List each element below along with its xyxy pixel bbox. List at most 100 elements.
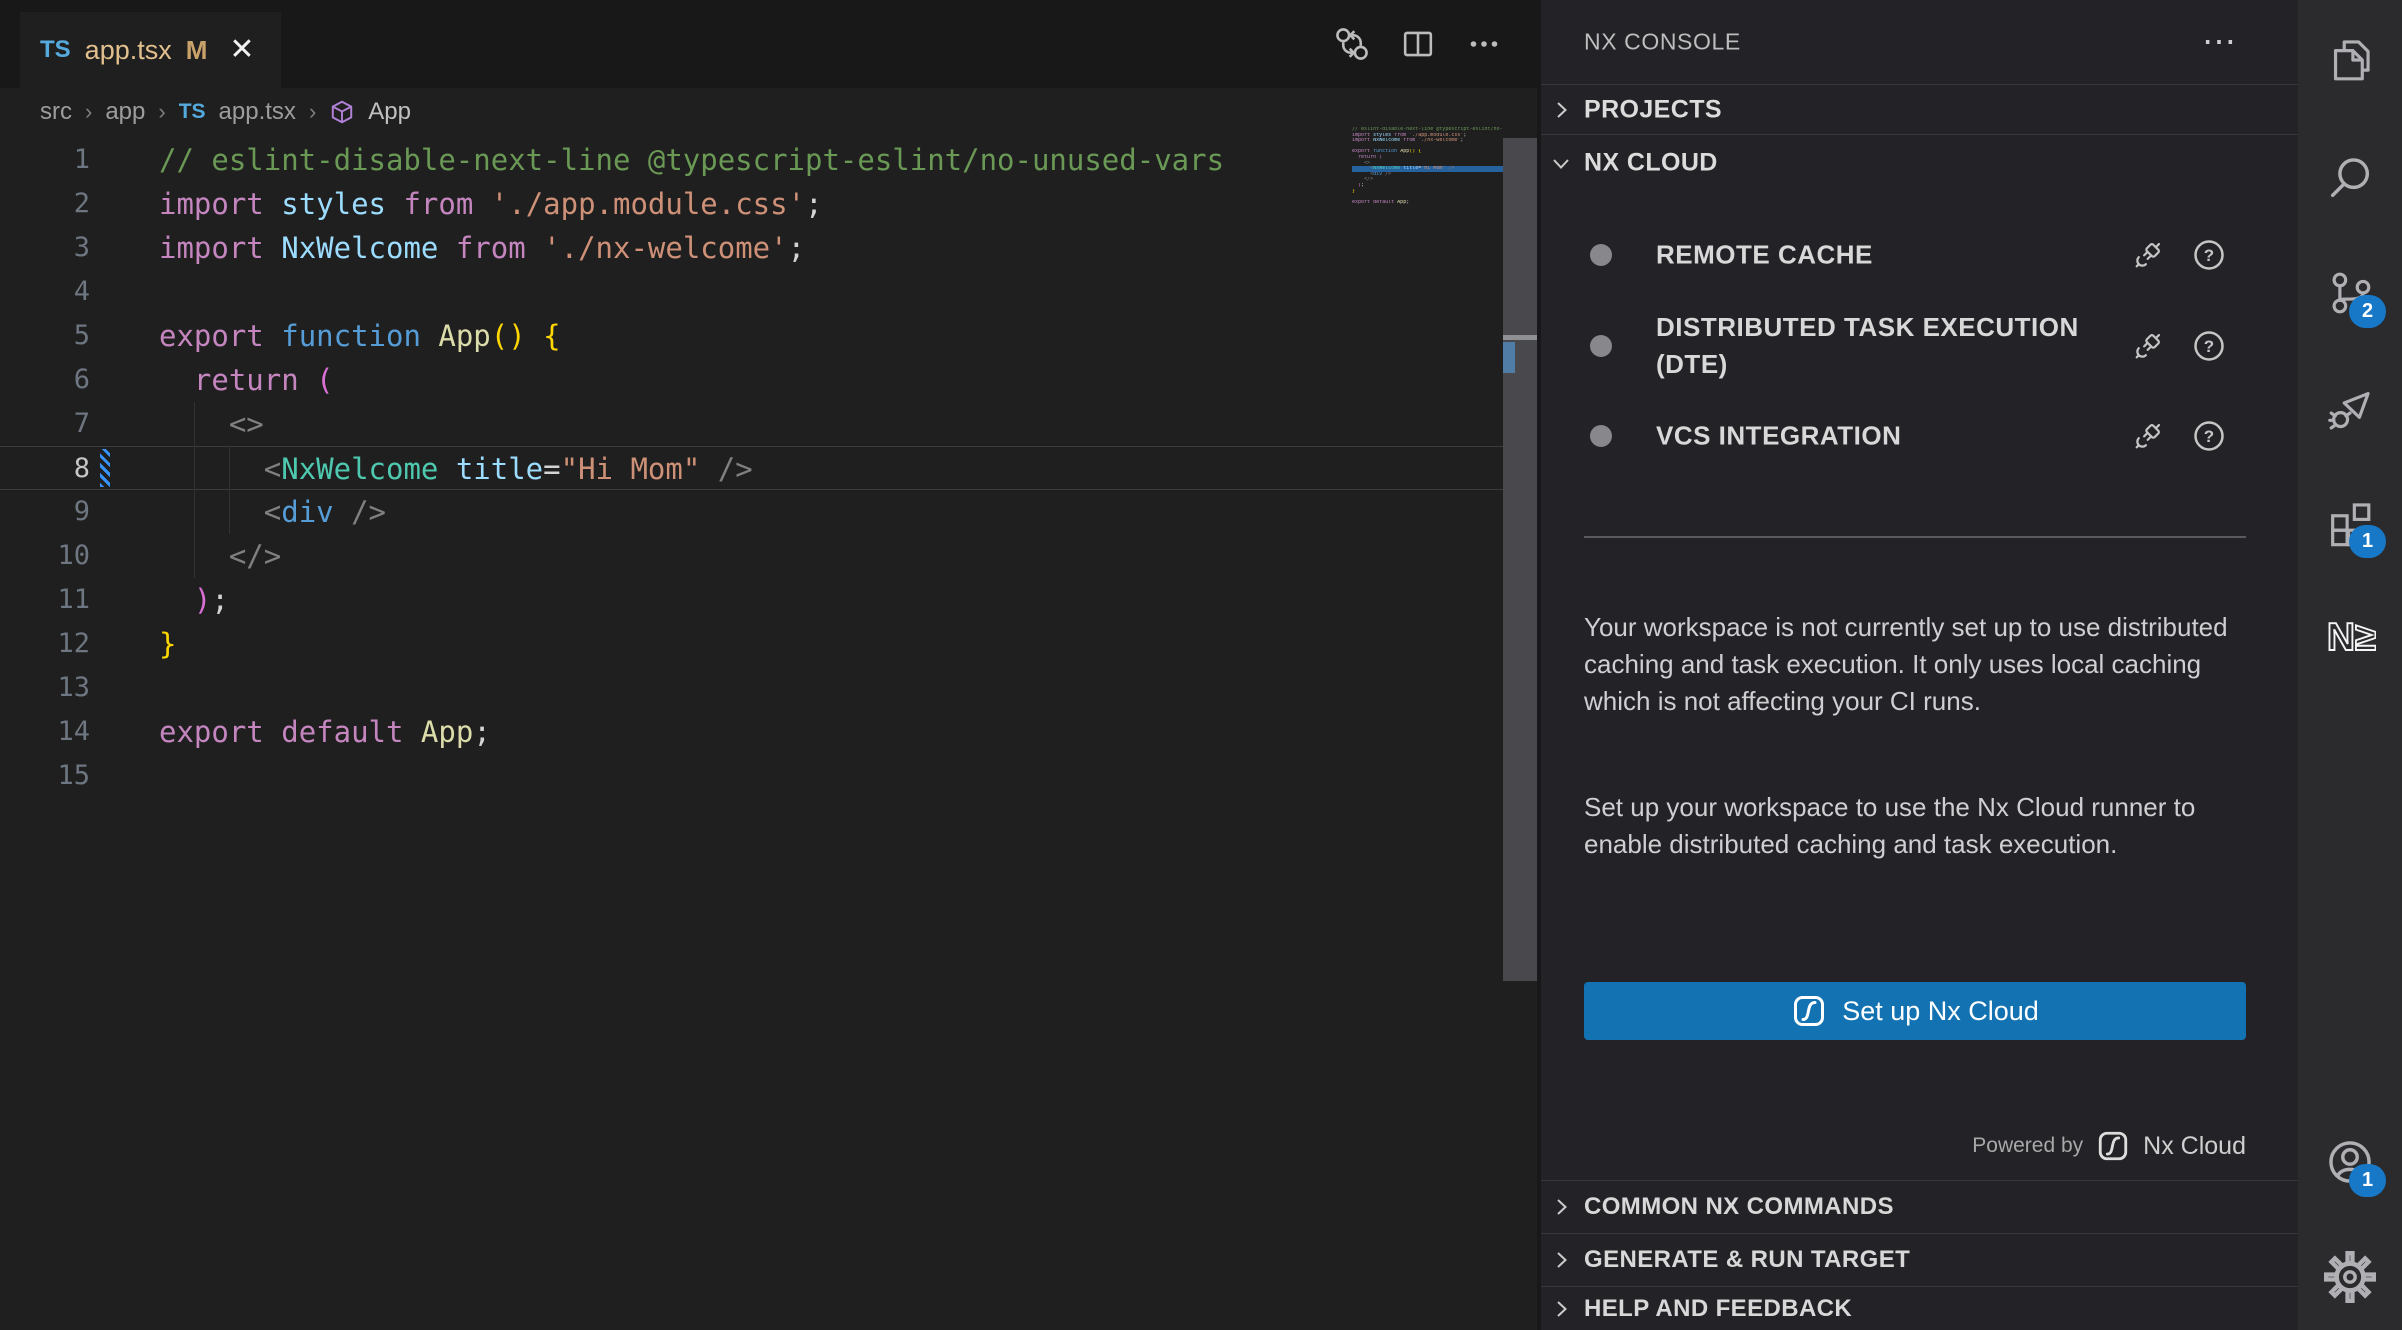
section-label: HELP AND FEEDBACK [1584, 1295, 1852, 1323]
code-line: 10 </> [0, 534, 1503, 578]
line-number: 3 [0, 226, 90, 270]
scrollbar-band [1503, 335, 1537, 340]
more-actions-icon[interactable]: ⋯ [2202, 22, 2238, 62]
section-nx-cloud[interactable]: NX CLOUD [1541, 134, 2298, 190]
code-text: ); [159, 578, 229, 622]
nx-cloud-feature-row: DISTRIBUTED TASK EXECUTION (DTE) ? [1541, 300, 2298, 391]
typescript-file-icon: TS [179, 100, 206, 124]
code-text: export default App; [159, 710, 491, 754]
svg-text:?: ? [2204, 246, 2214, 265]
chevron-right-icon [1549, 1297, 1573, 1321]
source-control-icon[interactable]: 2 [2324, 267, 2376, 319]
code-line: 14 export default App; [0, 710, 1503, 754]
code-line: 4 [0, 270, 1503, 314]
panel-title: NX CONSOLE [1584, 29, 1741, 56]
powered-by: Powered by Nx Cloud [1972, 1120, 2246, 1172]
help-icon[interactable]: ? [2191, 328, 2227, 364]
status-bullet-icon [1590, 335, 1612, 357]
breadcrumb-separator: › [85, 99, 92, 125]
connect-plug-icon[interactable] [2130, 237, 2166, 273]
code-line: 3 import NxWelcome from './nx-welcome'; [0, 226, 1503, 270]
activity-bar: 2 1 N≥ 1 [2298, 0, 2402, 1330]
line-number: 9 [0, 490, 90, 534]
line-number: 10 [0, 534, 90, 578]
extensions-icon[interactable]: 1 [2324, 497, 2376, 549]
status-bullet-icon [1590, 244, 1612, 266]
git-modified-badge: M [186, 35, 208, 66]
collapsed-section-row[interactable]: COMMON NX COMMANDS [1541, 1180, 2298, 1233]
nx-cloud-feature-row: REMOTE CACHE ? [1541, 225, 2298, 285]
code-line: 12} [0, 622, 1503, 666]
code-line: 13 [0, 666, 1503, 710]
chevron-right-icon [1549, 1195, 1573, 1219]
explorer-icon[interactable] [2324, 34, 2376, 86]
tab-filename: app.tsx [85, 35, 172, 66]
line-number: 6 [0, 358, 90, 402]
feature-label: DISTRIBUTED TASK EXECUTION (DTE) [1656, 309, 2106, 383]
code-text: // eslint-disable-next-line @typescript-… [159, 138, 1224, 182]
open-changes-icon[interactable] [1330, 22, 1374, 66]
gear-icon[interactable] [2324, 1251, 2376, 1303]
breadcrumb-folder-app[interactable]: app [105, 98, 145, 126]
code-line: 11 ); [0, 578, 1503, 622]
nx-console-panel: NX CONSOLE ⋯ PROJECTS NX CLOUD REMOTE CA… [1541, 0, 2298, 1330]
line-number: 8 [0, 447, 90, 491]
tab-bar: TS app.tsx M ✕ [0, 0, 1541, 88]
powered-by-brand[interactable]: Nx Cloud [2143, 1132, 2246, 1161]
breadcrumb-symbol-app[interactable]: App [368, 98, 411, 126]
tab-app-tsx[interactable]: TS app.tsx M ✕ [20, 12, 281, 88]
panel-divider [1584, 536, 2246, 538]
setup-hint-text: Set up your workspace to use the Nx Clou… [1584, 789, 2252, 863]
powered-by-label: Powered by [1972, 1134, 2083, 1158]
minimap[interactable]: // eslint-disable-next-line @typescript-… [1352, 127, 1503, 211]
help-icon[interactable]: ? [2191, 418, 2227, 454]
chevron-down-icon [1549, 151, 1573, 175]
code-line: 6 return ( [0, 358, 1503, 402]
breadcrumb-folder-src[interactable]: src [40, 98, 72, 126]
split-editor-icon[interactable] [1396, 22, 1440, 66]
svg-text:?: ? [2204, 337, 2214, 356]
feature-label: REMOTE CACHE [1656, 237, 2106, 274]
minimap-line [1352, 205, 1503, 211]
code-line: 7 <> [0, 402, 1503, 446]
setup-nx-cloud-button[interactable]: Set up Nx Cloud [1584, 982, 2246, 1040]
breadcrumb-file[interactable]: app.tsx [219, 98, 296, 126]
nx-console-icon[interactable]: N≥ [2324, 611, 2376, 663]
typescript-file-icon: TS [40, 36, 71, 64]
line-number: 12 [0, 622, 90, 666]
code-text: import NxWelcome from './nx-welcome'; [159, 226, 805, 270]
run-and-debug-icon[interactable] [2324, 382, 2376, 434]
symbol-class-icon [329, 99, 355, 125]
svg-text:?: ? [2204, 427, 2214, 446]
editor-scrollbar[interactable] [1503, 138, 1537, 981]
code-editor[interactable]: 1// eslint-disable-next-line @typescript… [0, 138, 1503, 798]
close-icon[interactable]: ✕ [229, 35, 254, 65]
code-text: import styles from './app.module.css'; [159, 182, 823, 226]
chevron-right-icon [1549, 98, 1573, 122]
search-icon[interactable] [2324, 152, 2376, 204]
indent-guide [194, 402, 195, 578]
section-label: GENERATE & RUN TARGET [1584, 1246, 1910, 1274]
chevron-right-icon [1549, 1248, 1573, 1272]
code-text: </> [159, 534, 281, 578]
connect-plug-icon[interactable] [2130, 328, 2166, 364]
status-bullet-icon [1590, 425, 1612, 447]
more-actions-icon[interactable] [1462, 22, 1506, 66]
collapsed-section-row[interactable]: GENERATE & RUN TARGET [1541, 1233, 2298, 1286]
overview-ruler-modified-marker [1503, 342, 1515, 373]
workspace-status-text: Your workspace is not currently set up t… [1584, 609, 2252, 720]
account-icon[interactable]: 1 [2324, 1136, 2376, 1188]
connect-plug-icon[interactable] [2130, 418, 2166, 454]
collapsed-section-row[interactable]: HELP AND FEEDBACK [1541, 1286, 2298, 1330]
line-number: 4 [0, 270, 90, 314]
indent-guide [229, 446, 230, 534]
nx-cloud-logo-icon [2096, 1129, 2130, 1163]
section-projects[interactable]: PROJECTS [1541, 84, 2298, 134]
svg-text:N≥: N≥ [2327, 616, 2376, 659]
breadcrumb-separator: › [309, 99, 316, 125]
extensions-badge: 1 [2349, 525, 2386, 558]
help-icon[interactable]: ? [2191, 237, 2227, 273]
setup-button-label: Set up Nx Cloud [1842, 996, 2039, 1027]
line-number: 14 [0, 710, 90, 754]
nx-cloud-feature-row: VCS INTEGRATION ? [1541, 406, 2298, 466]
